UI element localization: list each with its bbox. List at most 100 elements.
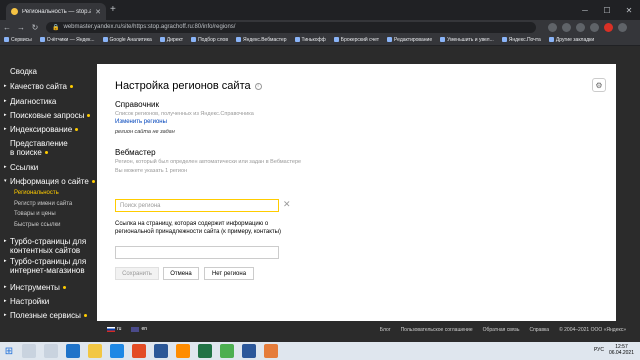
browser-tabbar: Региональность — stop.agrach... ✕ + ─ ☐ … [0,0,640,20]
app-icon[interactable] [264,344,278,358]
address-bar: ← → ↻ 🔒 webmaster.yandex.ru/site/https:s… [0,20,640,34]
app-icon[interactable] [176,344,190,358]
sidebar-item-turbo-shops[interactable]: ▸ Турбо-страницы для интернет-магазинов [4,257,86,275]
tab-title: Региональность — stop.agrach... [22,8,92,15]
save-button[interactable]: Сохранить [115,267,159,280]
task-view-icon[interactable] [44,344,58,358]
extension-icon[interactable] [562,22,571,32]
reload-icon[interactable]: ↻ [28,23,42,32]
minimize-icon[interactable]: ─ [574,0,596,20]
extension-icon[interactable] [590,22,599,32]
lang-en[interactable]: en [131,326,147,332]
bookmark-item[interactable]: Уменьшить и увел... [440,37,494,43]
windows-start-icon[interactable]: ⊞ [0,342,18,360]
bookmark-item[interactable]: Яндекс.Вебмастер [236,37,287,43]
lang-ru[interactable]: ru [107,326,121,332]
bookmark-item[interactable]: Редактирование [387,37,432,43]
store-icon[interactable] [110,344,124,358]
sidebar-subitem-regions[interactable]: Региональность [14,190,59,196]
close-tab-icon[interactable]: ✕ [95,8,101,16]
favicon-icon [11,8,18,15]
settings-button[interactable]: ⚙ [592,78,606,92]
regions-card: Настройка регионов сайта i ⚙ Справочник … [97,64,616,321]
sidebar-item-settings[interactable]: ▸ Настройки [4,297,49,306]
browser-tab[interactable]: Региональность — stop.agrach... ✕ [6,3,106,20]
footer-link-agreement[interactable]: Пользовательское соглашение [401,327,473,333]
profile-avatar[interactable] [604,22,613,32]
cancel-button[interactable]: Отмена [163,267,199,280]
region-page-link-label: Ссылка на страницу, которая содержит инф… [115,221,281,235]
chrome-icon[interactable] [220,344,234,358]
bookmark-item[interactable]: Google Аналитика [102,37,152,43]
sidebar-item-summary[interactable]: Сводка [4,67,37,76]
region-page-url-input[interactable] [115,246,279,259]
word-icon[interactable] [242,344,256,358]
sidebar-subitem-name-register[interactable]: Регистр имени сайта [14,201,72,207]
status-dot [44,151,48,154]
bookmark-item[interactable]: Подбор слов [191,37,228,43]
close-window-icon[interactable]: ✕ [618,0,640,20]
bookmark-item[interactable]: Яндекс.Почта [501,37,541,43]
en-flag-icon [131,326,140,332]
sidebar-item-diagnostics[interactable]: ▸ Диагностика [4,97,56,106]
status-dot [83,314,87,317]
app-icon[interactable] [132,344,146,358]
footer-link-help[interactable]: Справка [529,327,549,333]
bookmark-item[interactable]: Другие закладки [548,37,594,43]
excel-icon[interactable] [198,344,212,358]
maximize-icon[interactable]: ☐ [596,0,618,20]
sidebar-item-quality[interactable]: ▸ Качество сайта [4,82,73,91]
app-icon[interactable] [154,344,168,358]
new-tab-button[interactable]: + [110,4,116,15]
language-indicator[interactable]: РУС [594,347,604,353]
footer-link-feedback[interactable]: Обратная связь [483,327,520,333]
url-input[interactable]: 🔒 webmaster.yandex.ru/site/https:stop.ag… [46,21,536,33]
menu-icon[interactable] [618,22,627,32]
status-dot [87,114,91,117]
status-dot [70,85,73,88]
url-text: webmaster.yandex.ru/site/https:stop.agra… [63,24,236,30]
directory-description: Список регионов, полученных из Яндекс.Сп… [115,111,254,117]
sidebar-item-links[interactable]: ▸ Ссылки [4,163,38,172]
status-dot [75,128,79,131]
bookmark-item[interactable]: Директ [159,37,183,43]
sidebar-item-indexing[interactable]: ▸ Индексирование [4,125,79,134]
page: Сводка ▸ Качество сайта ▸ Диагностика ▸ Пои… [0,47,640,342]
sidebar-item-turbo-content[interactable]: ▸ Турбо-страницы для контентных сайтов [4,237,86,255]
search-icon[interactable] [22,344,36,358]
status-dot [91,180,95,183]
ru-flag-icon [107,326,115,332]
change-regions-link[interactable]: Изменить регионы [115,119,167,125]
bookmark-item[interactable]: Тинькофф [294,37,326,43]
sidebar-subitem-quick-links[interactable]: Быстрые ссылки [14,222,60,228]
forward-icon[interactable]: → [14,23,28,32]
system-tray: РУС 12:57 06.04.2021 [594,344,634,356]
explorer-icon[interactable] [88,344,102,358]
sidebar-item-tools[interactable]: ▸ Инструменты [4,283,66,292]
footer-copyright: © 2004–2021 ООО «Яндекс» [559,327,626,333]
lock-icon: 🔒 [52,24,60,31]
sidebar-item-site-info[interactable]: ▾ Информация о сайте [4,177,95,186]
taskbar: ⊞ РУС 12:57 06.04.2021 [0,342,640,360]
sidebar-item-search-queries[interactable]: ▸ Поисковые запросы [4,111,91,120]
sidebar: Сводка ▸ Качество сайта ▸ Диагностика ▸ Пои… [0,47,96,342]
footer-link-blog[interactable]: Блог [380,327,391,333]
extension-icon[interactable] [548,22,557,32]
directory-section-title: Справочник [115,100,159,109]
sidebar-subitem-goods[interactable]: Товары и цены [14,211,56,217]
info-icon[interactable]: i [254,82,262,90]
extension-icon[interactable] [576,22,585,32]
sidebar-item-useful-services[interactable]: ▸ Полезные сервисы [4,311,87,320]
bookmark-item[interactable]: Брокерский счет [333,37,379,43]
region-search-input[interactable]: Поиск региона [115,199,279,212]
clock[interactable]: 12:57 06.04.2021 [609,344,634,356]
sidebar-item-search-view[interactable]: Представление в поиске [10,139,68,157]
back-icon[interactable]: ← [0,23,14,32]
clear-icon[interactable]: ✕ [283,199,291,210]
webmaster-description: Регион, который был определен автоматиче… [115,159,302,165]
bookmark-item[interactable]: Счётчики — Яндек... [39,37,95,43]
bookmark-item[interactable]: Сервисы [4,37,32,43]
edge-icon[interactable] [66,344,80,358]
webmaster-limit-note: Вы можете указать 1 регион [115,168,188,174]
no-region-button[interactable]: Нет региона [204,267,254,280]
